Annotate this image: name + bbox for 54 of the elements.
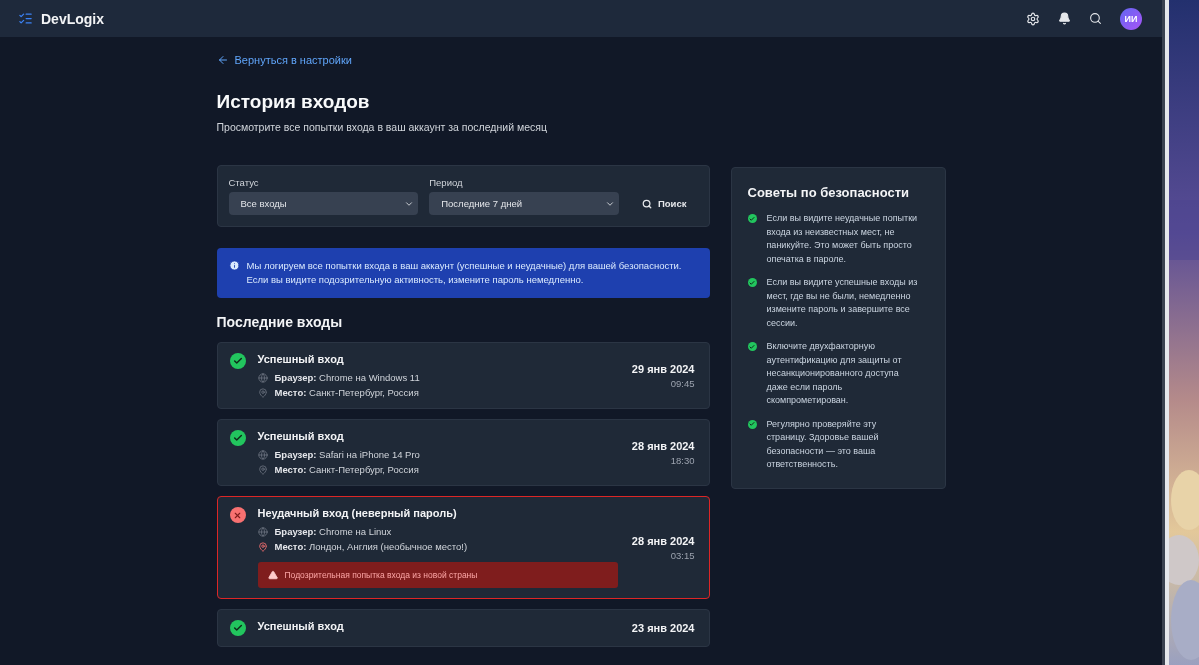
login-title: Неудачный вход (неверный пароль): [257, 507, 458, 519]
login-title: Успешный вход: [257, 620, 345, 632]
login-time: 03:15: [670, 549, 695, 561]
logo-icon: [18, 11, 33, 26]
info-text: Мы логируем все попытки входа в ваш аккаунт (успешные и неудачные) для вашей безопасности. Если вы видите подозрительную активность, измените пароль немедленно.: [246, 259, 683, 287]
warning-icon: [267, 570, 278, 580]
browser-text: Браузер: Chrome на Windows 11: [274, 372, 420, 383]
search-icon[interactable]: [1089, 12, 1102, 25]
tip-text: Если вы видите успешные входы из мест, где вы не были, немедленно измените пароль и завершите все сессии.: [766, 276, 919, 330]
back-link[interactable]: Вернуться в настройки: [216, 54, 710, 66]
browser-text: Браузер: Safari на iPhone 14 Pro: [274, 449, 420, 460]
check-icon: [747, 278, 757, 287]
success-icon: [229, 353, 246, 369]
login-date: 23 янв 2024: [631, 622, 695, 634]
tip-text: Включите двухфакторную аутентификацию для защиты от несанкционированного доступа даже если пароль скомпрометирован.: [766, 340, 903, 407]
page-title: История входов: [216, 91, 371, 113]
success-icon: [229, 620, 246, 636]
success-icon: [229, 430, 246, 446]
bell-icon[interactable]: [1058, 12, 1071, 25]
search-button[interactable]: Поиск: [629, 192, 699, 215]
info-icon: [228, 260, 240, 271]
login-date: 29 янв 2024: [631, 362, 695, 375]
login-title: Успешный вход: [257, 430, 345, 442]
login-date: 28 янв 2024: [631, 439, 695, 452]
globe-icon: [257, 526, 268, 537]
filter-label: Статус: [228, 177, 260, 188]
settings-icon[interactable]: [1026, 11, 1040, 26]
login-title: Успешный вход: [257, 353, 345, 365]
check-icon: [747, 419, 757, 429]
globe-icon: [257, 372, 268, 383]
check-icon: [747, 342, 757, 351]
section-title: Последние входы: [216, 314, 344, 330]
tips-title: Советы по безопасности: [747, 185, 911, 200]
globe-icon: [257, 449, 268, 460]
browser-text: Браузер: Chrome на Linux: [274, 526, 392, 537]
error-icon: [229, 507, 246, 523]
tip-text: Регулярно проверяйте эту страницу. Здоровье вашей безопасности — это ваша ответственность.: [766, 417, 880, 471]
login-date: 28 янв 2024: [631, 534, 695, 547]
brand-name: DevLogix: [41, 10, 104, 27]
location-text: Место: Санкт-Петербург, Россия: [274, 464, 419, 475]
tip-text: Если вы видите неудачные попытки входа из неизвестных мест, не паникуйте. Это может быть просто опечатка в пароле.: [766, 212, 919, 266]
user-avatar[interactable]: ИИ: [1120, 7, 1142, 30]
filter-label: Период: [429, 177, 464, 188]
login-time: 18:30: [670, 454, 695, 466]
location-text: Место: Санкт-Петербург, Россия: [274, 387, 419, 398]
warning-text: Подозрительная попытка входа из новой страны: [284, 570, 478, 580]
login-time: 09:45: [670, 377, 695, 389]
back-arrow-icon: [216, 54, 229, 66]
location-text: Место: Лондон, Англия (необычное место!): [274, 541, 468, 552]
filter-select[interactable]: Все входы: [228, 192, 419, 215]
page-subtitle: Просмотрите все попытки входа в ваш аккаунт за последний месяц: [216, 121, 548, 133]
check-icon: [747, 214, 757, 223]
search-icon: [641, 198, 652, 209]
filter-select[interactable]: Последние 7 дней: [429, 192, 619, 215]
